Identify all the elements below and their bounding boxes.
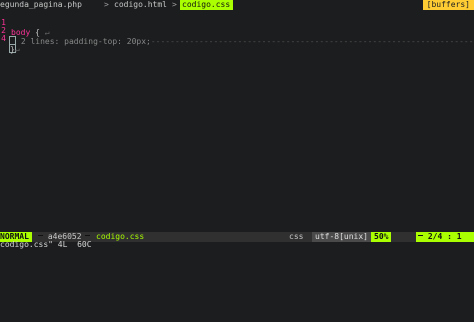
fold-summary: 2 lines: padding-top: 20px;	[16, 37, 151, 46]
command-line[interactable]: codigo.css" 4L 60C	[0, 240, 474, 250]
branch-icon	[38, 235, 43, 236]
eol-icon: ↵	[14, 45, 20, 54]
fold-fill: ----------------------------------------…	[150, 37, 474, 46]
line-icon	[418, 235, 423, 236]
separator-icon	[84, 235, 90, 236]
editor-area[interactable]: 1 body { ↵ 2 2 lines: padding-top: 20px;…	[0, 8, 474, 230]
code-line: 4 }↵	[0, 24, 474, 54]
line-number: 4	[1, 34, 6, 43]
